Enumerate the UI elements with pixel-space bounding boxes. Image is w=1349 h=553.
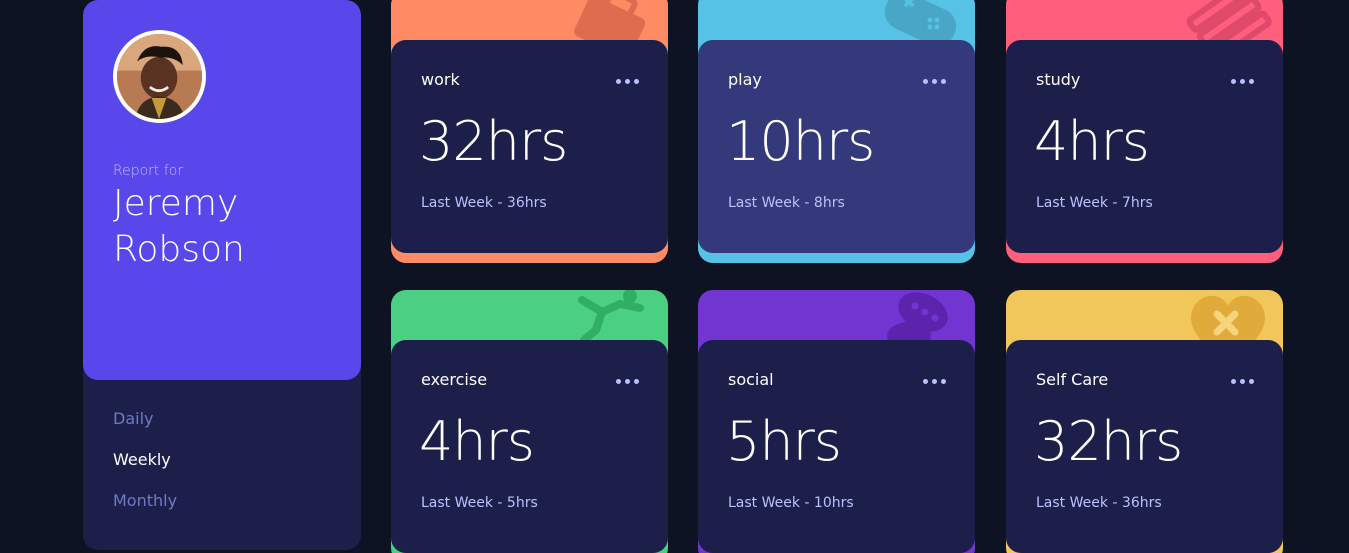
ellipsis-icon[interactable] <box>1231 78 1255 86</box>
card-work-body[interactable]: work 32hrs Last Week - 36hrs <box>391 40 668 253</box>
card-title: social <box>728 370 774 389</box>
card-self-care: Self Care 32hrs Last Week - 36hrs <box>1006 290 1283 553</box>
current-hours: 32hrs <box>1034 410 1183 473</box>
current-hours: 4hrs <box>419 410 535 473</box>
profile-header: Report for Jeremy Robson <box>83 0 361 380</box>
current-hours: 32hrs <box>419 110 568 173</box>
period-selector: Daily Weekly Monthly <box>113 407 177 530</box>
ellipsis-icon[interactable] <box>923 378 947 386</box>
card-title: study <box>1036 70 1081 89</box>
previous-hours: Last Week - 36hrs <box>1036 495 1162 511</box>
card-social-body[interactable]: social 5hrs Last Week - 10hrs <box>698 340 975 553</box>
report-for-label: Report for <box>113 163 184 179</box>
avatar <box>113 30 206 123</box>
ellipsis-icon[interactable] <box>616 378 640 386</box>
previous-hours: Last Week - 36hrs <box>421 195 547 211</box>
card-title: Self Care <box>1036 370 1109 389</box>
card-title: play <box>728 70 762 89</box>
previous-hours: Last Week - 5hrs <box>421 495 538 511</box>
period-monthly[interactable]: Monthly <box>113 489 177 530</box>
user-name: Jeremy Robson <box>113 183 245 270</box>
period-daily[interactable]: Daily <box>113 407 177 448</box>
card-exercise-body[interactable]: exercise 4hrs Last Week - 5hrs <box>391 340 668 553</box>
card-study: study 4hrs Last Week - 7hrs <box>1006 0 1283 263</box>
profile-card: Report for Jeremy Robson Daily Weekly Mo… <box>83 0 361 550</box>
ellipsis-icon[interactable] <box>1231 378 1255 386</box>
ellipsis-icon[interactable] <box>616 78 640 86</box>
card-self-care-body[interactable]: Self Care 32hrs Last Week - 36hrs <box>1006 340 1283 553</box>
card-study-body[interactable]: study 4hrs Last Week - 7hrs <box>1006 40 1283 253</box>
previous-hours: Last Week - 7hrs <box>1036 195 1153 211</box>
card-work: work 32hrs Last Week - 36hrs <box>391 0 668 263</box>
card-title: work <box>421 70 460 89</box>
card-play-body[interactable]: play 10hrs Last Week - 8hrs <box>698 40 975 253</box>
previous-hours: Last Week - 8hrs <box>728 195 845 211</box>
current-hours: 5hrs <box>726 410 842 473</box>
previous-hours: Last Week - 10hrs <box>728 495 854 511</box>
tracking-dashboard: Report for Jeremy Robson Daily Weekly Mo… <box>0 0 1349 553</box>
ellipsis-icon[interactable] <box>923 78 947 86</box>
card-exercise: exercise 4hrs Last Week - 5hrs <box>391 290 668 553</box>
card-social: social 5hrs Last Week - 10hrs <box>698 290 975 553</box>
card-title: exercise <box>421 370 488 389</box>
current-hours: 4hrs <box>1034 110 1150 173</box>
current-hours: 10hrs <box>726 110 875 173</box>
card-play: play 10hrs Last Week - 8hrs <box>698 0 975 263</box>
period-weekly[interactable]: Weekly <box>113 448 177 489</box>
